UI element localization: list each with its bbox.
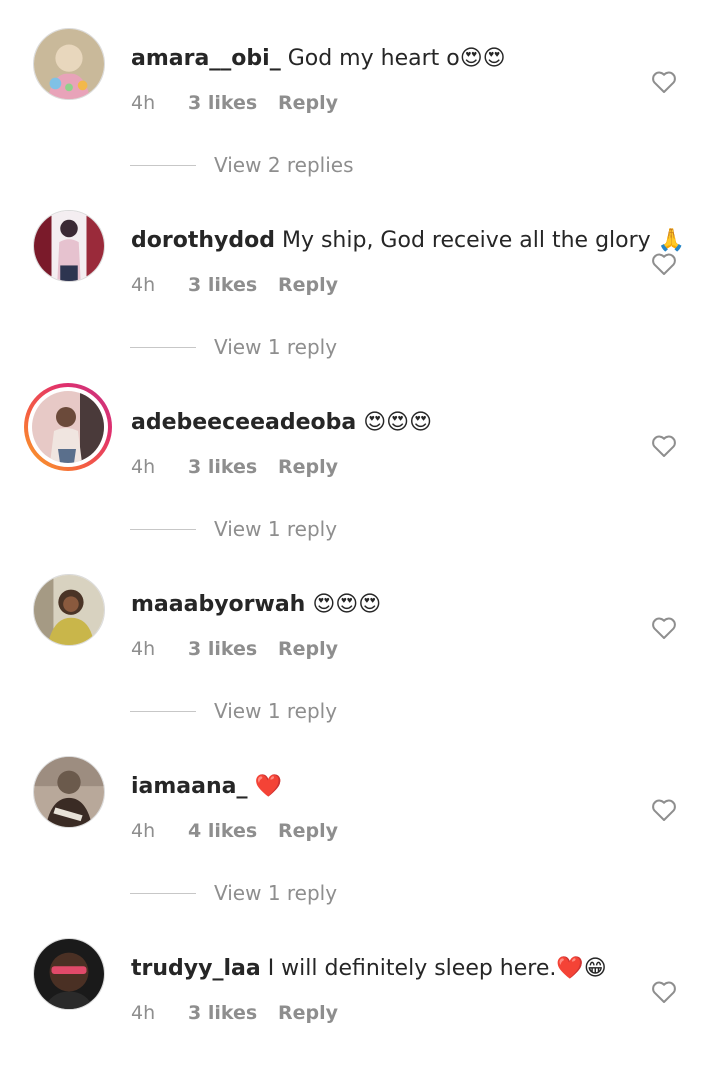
comment-likes-count[interactable]: 3 likes (188, 636, 257, 662)
comment-line: trudyy_laa I will definitely sleep here.… (131, 954, 631, 984)
view-replies-label: View 1 reply (214, 517, 338, 541)
heart-outline-icon[interactable] (651, 798, 677, 822)
avatar-image (34, 575, 104, 645)
reply-button[interactable]: Reply (278, 454, 338, 480)
replies-divider (130, 347, 196, 348)
view-replies-label: View 1 reply (214, 335, 338, 359)
heart-outline-icon[interactable] (651, 252, 677, 276)
avatar[interactable] (33, 28, 105, 100)
comment-likes-count[interactable]: 3 likes (188, 90, 257, 116)
avatar[interactable] (33, 938, 105, 1010)
avatar-image (32, 391, 104, 463)
heart-outline-icon[interactable] (651, 434, 677, 458)
comment-username[interactable]: iamaana_ (131, 774, 248, 799)
replies-divider (130, 711, 196, 712)
comment-item: dorothydod My ship, God receive all the … (0, 202, 720, 384)
comment-text: 😍😍😍 (312, 592, 382, 617)
comment-line: dorothydod My ship, God receive all the … (131, 226, 685, 256)
comment-likes-count[interactable]: 3 likes (188, 1000, 257, 1026)
comment-text: 😍😍😍 (363, 410, 433, 435)
comment-likes-count[interactable]: 3 likes (188, 272, 257, 298)
comment-likes-count[interactable]: 4 likes (188, 818, 257, 844)
comment-line: amara__obi_ God my heart o😍😍 (131, 44, 631, 74)
comment-line: adebeeceeadeoba 😍😍😍 (131, 408, 631, 438)
view-replies-label: View 1 reply (214, 699, 338, 723)
avatar-image (34, 29, 104, 99)
reply-button[interactable]: Reply (278, 1000, 338, 1026)
replies-divider (130, 529, 196, 530)
comment-item: iamaana_ ❤️ 4h 4 likes Reply View 1 repl… (0, 748, 720, 930)
comment-likes-count[interactable]: 3 likes (188, 454, 257, 480)
comment-time: 4h (131, 456, 156, 478)
view-replies-button[interactable]: View 1 reply (130, 878, 430, 908)
comment-text: ❤️ (254, 774, 282, 799)
comment-username[interactable]: maaabyorwah (131, 592, 305, 617)
reply-button[interactable]: Reply (278, 90, 338, 116)
avatar-image (34, 939, 104, 1009)
comment-time: 4h (131, 820, 156, 842)
comment-time: 4h (131, 638, 156, 660)
comments-list: amara__obi_ God my heart o😍😍 4h 3 likes … (0, 0, 720, 1065)
view-replies-button[interactable]: View 1 reply (130, 332, 430, 362)
comment-username[interactable]: adebeeceeadeoba (131, 410, 356, 435)
avatar-story-ring[interactable] (24, 383, 112, 471)
comment-item: amara__obi_ God my heart o😍😍 4h 3 likes … (0, 20, 720, 202)
view-replies-label: View 1 reply (214, 881, 338, 905)
avatar[interactable] (33, 756, 105, 828)
comment-line: maaabyorwah 😍😍😍 (131, 590, 631, 620)
reply-button[interactable]: Reply (278, 636, 338, 662)
heart-outline-icon[interactable] (651, 980, 677, 1004)
replies-divider (130, 165, 196, 166)
avatar-ring-inner (28, 387, 108, 467)
view-replies-label: View 2 replies (214, 153, 354, 177)
comment-username[interactable]: dorothydod (131, 228, 275, 253)
replies-divider (130, 893, 196, 894)
reply-button[interactable]: Reply (278, 818, 338, 844)
reply-button[interactable]: Reply (278, 272, 338, 298)
comment-time: 4h (131, 92, 156, 114)
comment-text: I will definitely sleep here.❤️😁 (267, 956, 607, 981)
avatar-image (34, 757, 104, 827)
avatar[interactable] (33, 210, 105, 282)
comment-line: iamaana_ ❤️ (131, 772, 631, 802)
view-replies-button[interactable]: View 1 reply (130, 696, 430, 726)
avatar[interactable] (33, 574, 105, 646)
comment-item: maaabyorwah 😍😍😍 4h 3 likes Reply View 1 … (0, 566, 720, 748)
heart-outline-icon[interactable] (651, 70, 677, 94)
heart-outline-icon[interactable] (651, 616, 677, 640)
comment-time: 4h (131, 274, 156, 296)
view-replies-button[interactable]: View 2 replies (130, 150, 430, 180)
avatar-image (34, 211, 104, 281)
comment-time: 4h (131, 1002, 156, 1024)
comment-item: adebeeceeadeoba 😍😍😍 4h 3 likes Reply Vie… (0, 383, 720, 566)
view-replies-button[interactable]: View 1 reply (130, 514, 430, 544)
comment-username[interactable]: trudyy_laa (131, 956, 261, 981)
comment-text: God my heart o😍😍 (287, 46, 506, 71)
comment-text: My ship, God receive all the glory 🙏 (281, 228, 686, 253)
comment-item: trudyy_laa I will definitely sleep here.… (0, 930, 720, 1065)
comment-username[interactable]: amara__obi_ (131, 46, 281, 71)
